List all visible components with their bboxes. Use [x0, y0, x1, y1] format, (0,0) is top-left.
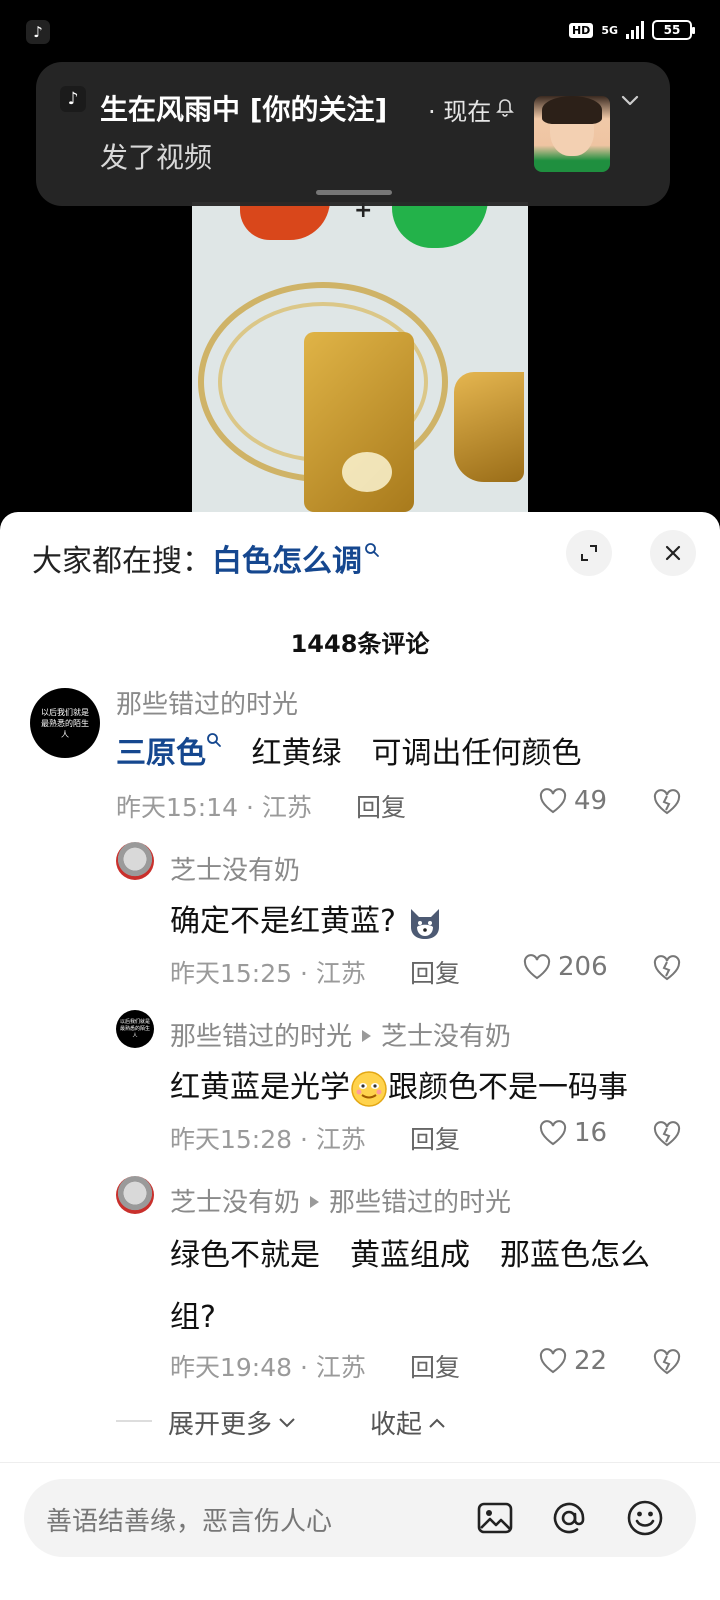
mention-icon[interactable]: [548, 1497, 590, 1539]
reply-target[interactable]: 芝士没有奶: [381, 1022, 511, 1052]
comment-username[interactable]: 芝士没有奶: [170, 850, 300, 887]
chevron-down-icon: [279, 1417, 295, 1427]
emoji-icon[interactable]: [624, 1497, 666, 1539]
network-label: 5G: [601, 23, 618, 37]
like-count: 49: [574, 786, 608, 816]
reply-target[interactable]: 那些错过的时光: [329, 1188, 511, 1218]
battery-level: 55: [663, 23, 681, 37]
tiktok-icon: ♪: [60, 86, 86, 112]
notification-thumbnail: [534, 96, 610, 172]
close-icon: [665, 545, 681, 561]
avatar-text: 以后我们就是最熟悉的陌生人: [41, 707, 89, 739]
comment-input-area: 善语结善缘，恶言伤人心: [0, 1462, 720, 1600]
like-count: 22: [574, 1346, 608, 1376]
avatar-text: 以后我们就是最熟悉的陌生人: [120, 1018, 151, 1039]
comment-body: 红黄蓝是光学: [170, 1070, 350, 1105]
reply-button[interactable]: 回复: [410, 1348, 460, 1384]
video-frame: +: [192, 202, 528, 512]
thread-divider: [116, 1420, 152, 1422]
green-paint: [392, 202, 488, 248]
notification-body: 发了视频: [100, 141, 213, 174]
reply-button[interactable]: 回复: [410, 954, 460, 990]
thumbnail-hair: [542, 96, 602, 124]
search-icon: [207, 733, 221, 747]
reply-button[interactable]: 回复: [356, 788, 406, 824]
smile-emoji: [351, 1070, 387, 1107]
like-count: 16: [574, 1118, 608, 1148]
collapse-button[interactable]: 收起: [370, 1404, 446, 1441]
hd-badge: HD: [568, 22, 594, 38]
expand-icon: [581, 545, 597, 561]
heart-icon: [539, 788, 567, 814]
broken-heart-icon[interactable]: [652, 788, 682, 816]
comment-meta: 昨天15:28 · 江苏: [170, 1125, 366, 1154]
comment-input[interactable]: 善语结善缘，恶言伤人心: [24, 1479, 696, 1557]
reply-arrow-icon: [362, 1030, 372, 1042]
broken-heart-icon[interactable]: [652, 954, 682, 982]
collapse-label: 收起: [370, 1410, 423, 1440]
search-prefix: 大家都在搜：: [32, 544, 212, 579]
avatar[interactable]: 以后我们就是最熟悉的陌生人: [116, 1010, 154, 1048]
comment-body-cont: 跟颜色不是一码事: [388, 1070, 628, 1105]
comment-text-line2: 组?: [170, 1300, 216, 1335]
like-button[interactable]: 49: [538, 786, 607, 816]
red-paint: [240, 202, 330, 240]
dog-emoji: [411, 908, 440, 939]
comment-username: 芝士没有奶 那些错过的时光: [170, 1182, 511, 1219]
comment-username: 那些错过的时光 芝士没有奶: [170, 1016, 511, 1053]
gold-paint-smear: [454, 372, 524, 482]
expand-more-button[interactable]: 展开更多: [168, 1404, 296, 1441]
like-button[interactable]: 206: [522, 952, 608, 982]
reply-arrow-icon: [310, 1196, 320, 1208]
reply-author[interactable]: 那些错过的时光: [170, 1022, 352, 1052]
reply-button[interactable]: 回复: [410, 1120, 460, 1156]
comment-meta: 昨天15:25 · 江苏: [170, 959, 366, 988]
comment-text: 红黄蓝是光学 跟颜色不是一码事: [170, 1062, 628, 1108]
signal-icon: [626, 21, 644, 39]
comment-text: 三原色 红黄绿 可调出任何颜色: [116, 728, 582, 772]
gold-paint-highlight: [342, 452, 392, 492]
trending-search[interactable]: 大家都在搜： 白色怎么调: [32, 536, 380, 580]
broken-heart-icon[interactable]: [652, 1348, 682, 1376]
search-term-link[interactable]: 白色怎么调: [212, 536, 362, 580]
search-icon: [365, 543, 379, 557]
status-indicators: HD 5G 55: [568, 20, 695, 40]
image-icon[interactable]: [474, 1497, 516, 1539]
comment-body: 红黄绿 可调出任何颜色: [251, 736, 582, 771]
comment-username[interactable]: 那些错过的时光: [116, 684, 298, 721]
notification-title: 生在风雨中 [你的关注]: [100, 93, 388, 126]
reply-author[interactable]: 芝士没有奶: [170, 1188, 300, 1218]
heart-icon: [523, 954, 551, 980]
tiktok-icon: ♪: [26, 20, 50, 44]
like-button[interactable]: 22: [538, 1346, 607, 1376]
close-button[interactable]: [650, 530, 696, 576]
like-button[interactable]: 16: [538, 1118, 607, 1148]
avatar[interactable]: [116, 1176, 154, 1214]
broken-heart-icon[interactable]: [652, 1120, 682, 1148]
avatar[interactable]: [116, 842, 154, 880]
avatar[interactable]: 以后我们就是最熟悉的陌生人: [30, 688, 100, 758]
comment-meta: 昨天19:48 · 江苏: [170, 1353, 366, 1382]
comment-body: 确定不是红黄蓝?: [170, 904, 396, 939]
heart-icon: [539, 1120, 567, 1146]
heart-icon: [539, 1348, 567, 1374]
status-bar: ♪ HD 5G 55: [0, 0, 720, 62]
notification-drag-handle[interactable]: [316, 190, 392, 195]
push-notification[interactable]: ♪ 生在风雨中 [你的关注] · 现在 发了视频: [36, 62, 670, 206]
comment-sheet: 大家都在搜： 白色怎么调 1448条评论 以后我们就是最熟悉的陌生人 那些错过的…: [0, 512, 720, 1600]
comment-text: 绿色不就是 黄蓝组成 那蓝色怎么: [170, 1238, 650, 1273]
chevron-down-icon[interactable]: [620, 90, 640, 110]
notification-time: · 现在: [428, 98, 492, 126]
comment-text: 确定不是红黄蓝?: [170, 896, 445, 943]
bell-off-icon: [496, 99, 514, 117]
like-count: 206: [558, 952, 608, 982]
comment-meta: 昨天15:14 · 江苏: [116, 793, 312, 822]
battery-icon: 55: [652, 20, 695, 40]
expand-more-label: 展开更多: [168, 1410, 273, 1440]
input-placeholder: 善语结善缘，恶言伤人心: [46, 1507, 333, 1537]
expand-button[interactable]: [566, 530, 612, 576]
comment-count: 1448条评论: [290, 630, 430, 658]
topic-link[interactable]: 三原色: [116, 736, 206, 771]
chevron-up-icon: [429, 1418, 445, 1428]
